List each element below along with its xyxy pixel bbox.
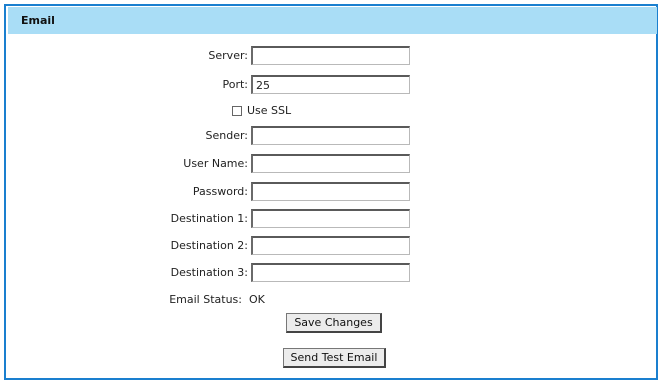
save-changes-button[interactable]: Save Changes (286, 313, 382, 333)
destination-1-input[interactable] (251, 209, 410, 228)
send-test-email-button[interactable]: Send Test Email (283, 348, 386, 368)
password-label: Password: (192, 185, 248, 198)
sender-label: Sender: (205, 129, 248, 142)
port-label: Port: (222, 78, 248, 91)
password-input[interactable] (251, 182, 410, 201)
server-input[interactable] (251, 46, 410, 65)
email-status-label: Email Status: (169, 293, 242, 306)
use-ssl-option[interactable]: Use SSL (232, 104, 291, 117)
panel-header: Email (8, 7, 657, 34)
port-input[interactable] (251, 75, 410, 94)
use-ssl-checkbox[interactable] (232, 105, 242, 116)
email-status-value: OK (249, 293, 265, 306)
sender-input[interactable] (251, 126, 410, 145)
panel-title: Email (21, 14, 55, 27)
destination-2-input[interactable] (251, 236, 410, 255)
server-label: Server: (208, 49, 248, 62)
user-name-label: User Name: (183, 157, 248, 170)
destination-3-label: Destination 3: (170, 266, 248, 279)
destination-3-input[interactable] (251, 263, 410, 282)
user-name-input[interactable] (251, 154, 410, 173)
destination-1-label: Destination 1: (170, 212, 248, 225)
use-ssl-label: Use SSL (247, 104, 292, 117)
destination-2-label: Destination 2: (170, 239, 248, 252)
